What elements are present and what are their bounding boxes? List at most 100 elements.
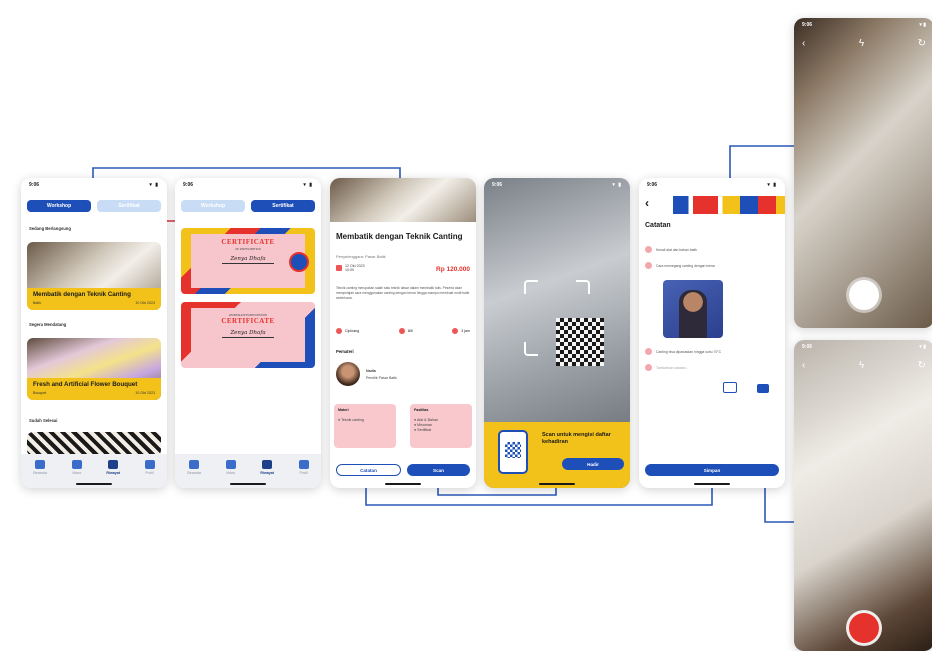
back-icon[interactable]: ‹ xyxy=(802,38,805,49)
attend-button[interactable]: Hadir xyxy=(562,458,624,470)
info-location: Cipinang xyxy=(345,329,360,333)
status-time: 9:06 xyxy=(29,182,40,188)
avatar xyxy=(336,362,360,386)
video-icon xyxy=(225,460,236,469)
mentor-role: Pemilik Pasar Batik xyxy=(366,375,397,380)
back-icon[interactable]: ‹ xyxy=(802,360,805,371)
certificate-subtitle: OF PARTICIPATION xyxy=(235,247,261,251)
video-icon[interactable] xyxy=(757,384,769,393)
calendar-icon xyxy=(336,265,342,271)
home-icon xyxy=(189,460,200,469)
info-duration: 3 jam xyxy=(461,329,470,333)
user-icon xyxy=(298,460,309,469)
tab-label: Riwayat xyxy=(106,471,120,475)
workshop-card-done[interactable] xyxy=(27,432,161,456)
note-item[interactable]: Kenali alat dan bahan batik xyxy=(645,246,779,253)
info-row: Cipinang 8/8 3 jam xyxy=(336,328,470,334)
tab-workshop[interactable]: Workshop xyxy=(181,200,245,212)
certificate-title: CERTIFICATE xyxy=(221,317,275,325)
tab-certificate[interactable]: Sertifikat xyxy=(251,200,315,212)
notes-button[interactable]: Catatan xyxy=(336,464,401,476)
home-indicator xyxy=(694,483,730,485)
signature-line xyxy=(222,337,274,338)
status-bar: 9:06 ▾ ▮ xyxy=(639,178,785,192)
location-icon xyxy=(336,328,342,334)
certificate-card-1[interactable]: CERTIFICATE OF PARTICIPATION Zenya Dhafa xyxy=(181,228,315,294)
camera-toolbar: ‹ ϟ ↻ xyxy=(802,360,926,371)
status-bar: 9:06 ▾ ▮ xyxy=(21,178,167,192)
screen-certificates: 9:06 ▾ ▮ Workshop Sertifikat CERTIFICATE … xyxy=(175,178,321,488)
screen-workshop-list: 9:06 ▾ ▮ Workshop Sertifikat Sedang Berla… xyxy=(21,178,167,488)
signature-line xyxy=(222,263,274,264)
tab-workshop[interactable]: Workshop xyxy=(27,200,91,212)
workshop-title: Membatik dengan Teknik Canting xyxy=(336,232,463,241)
save-button[interactable]: Simpan xyxy=(645,464,779,476)
facility-item: ● Sertifikat xyxy=(414,428,432,432)
tab-history[interactable]: Riwayat xyxy=(260,460,274,475)
tab-home[interactable]: Beranda xyxy=(187,460,201,475)
pattern-header xyxy=(673,196,785,214)
phone-qr-icon xyxy=(498,430,528,474)
done-photo xyxy=(27,432,161,456)
flash-icon[interactable]: ϟ xyxy=(859,360,864,371)
workshop-card-flower[interactable]: Fresh and Artificial Flower Bouquet Bouq… xyxy=(27,338,161,400)
scan-button[interactable]: Scan xyxy=(407,464,470,476)
bullet-icon xyxy=(645,348,652,355)
info-quota: 8/8 xyxy=(407,329,413,333)
camera-icon[interactable] xyxy=(723,382,737,393)
circle-decoration xyxy=(289,252,309,272)
home-indicator xyxy=(385,483,421,485)
bullet-icon xyxy=(645,246,652,253)
tab-history[interactable]: Riwayat xyxy=(106,460,120,475)
workshop-card-batik[interactable]: Membatik dengan Teknik Canting Batik 10 O… xyxy=(27,242,161,310)
note-add[interactable]: Tambahkan catatan... xyxy=(645,364,779,371)
tab-video[interactable]: Video xyxy=(225,460,236,475)
note-photo[interactable] xyxy=(663,280,723,338)
scan-prompt: Scan untuk mengisi daftar kehadiran xyxy=(542,432,611,446)
shutter-button[interactable] xyxy=(849,280,879,310)
tab-home[interactable]: Beranda xyxy=(33,460,47,475)
certificate-card-2[interactable]: WORKSHOP PARTICIPATION CERTIFICATE Zenya… xyxy=(181,302,315,368)
record-button[interactable] xyxy=(849,613,879,643)
section-ongoing-heading: Sedang Berlangsung xyxy=(29,226,71,231)
tab-profile[interactable]: Profil xyxy=(144,460,155,475)
price: Rp 120.000 xyxy=(436,266,470,273)
screen-notes: 9:06 ▾ ▮ ‹ Catatan Kenali alat dan bahan … xyxy=(639,178,785,488)
segmented-tabs: Workshop Sertifikat xyxy=(27,200,161,212)
status-time: 9:06 xyxy=(492,182,503,188)
mentor-name: Nadia xyxy=(366,368,376,373)
tab-profile[interactable]: Profil xyxy=(298,460,309,475)
document-icon xyxy=(262,460,273,469)
note-item[interactable]: Cara memegang canting dengan benar xyxy=(645,262,779,269)
scan-panel: Scan untuk mengisi daftar kehadiran Hadi… xyxy=(484,422,630,488)
status-bar: 9:06 ▾ ▮ xyxy=(175,178,321,192)
home-indicator xyxy=(230,483,266,485)
mentor: Nadia Pemilik Pasar Batik xyxy=(336,362,397,386)
section-done-heading: Sudah Selesai xyxy=(29,418,58,423)
bullet-icon xyxy=(645,262,652,269)
tab-certificate[interactable]: Sertifikat xyxy=(97,200,161,212)
flash-icon[interactable]: ϟ xyxy=(859,38,864,49)
status-icons: ▾ ▮ xyxy=(612,182,622,188)
card-caption: Fresh and Artificial Flower Bouquet Bouq… xyxy=(27,378,161,400)
facility-heading: Fasilitas xyxy=(414,408,429,412)
material-item: ● Teknik canting xyxy=(338,418,364,422)
back-icon[interactable]: ‹ xyxy=(645,196,649,210)
camera-toolbar: ‹ ϟ ↻ xyxy=(802,38,926,49)
tab-video[interactable]: Video xyxy=(71,460,82,475)
tab-label: Video xyxy=(72,471,82,475)
time: 10:00 xyxy=(345,268,354,272)
home-indicator xyxy=(76,483,112,485)
flip-camera-icon[interactable]: ↻ xyxy=(918,360,926,371)
home-indicator xyxy=(539,483,575,485)
camera-photo-screen: 9:06 ▾ ▮ ‹ ϟ ↻ xyxy=(794,18,932,328)
note-item[interactable]: Canting bisa dipanaskan hingga suhu 70°C xyxy=(645,348,779,355)
home-icon xyxy=(35,460,46,469)
flip-camera-icon[interactable]: ↻ xyxy=(918,38,926,49)
certificate-name: Zenya Dhafa xyxy=(230,256,266,262)
certificate-name: Zenya Dhafa xyxy=(230,330,266,336)
segmented-tabs: Workshop Sertifikat xyxy=(181,200,315,212)
screen-workshop-detail: Membatik dengan Teknik Canting Penyeleng… xyxy=(330,178,476,488)
card-title: Fresh and Artificial Flower Bouquet xyxy=(33,381,138,388)
mentor-heading: Pemateri xyxy=(336,349,354,354)
